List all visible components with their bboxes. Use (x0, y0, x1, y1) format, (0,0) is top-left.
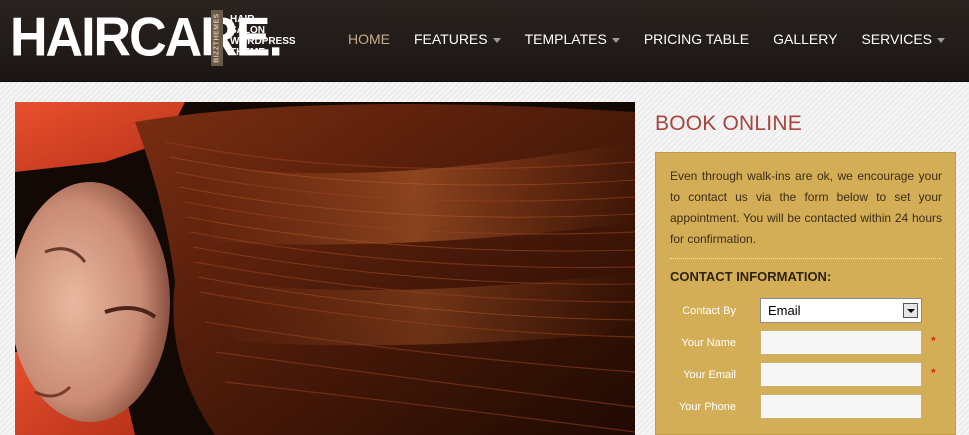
name-row: Your Name * (656, 330, 957, 356)
contact-by-label: Contact By (682, 305, 736, 317)
name-label: Your Name (681, 337, 736, 349)
panel-divider (670, 258, 942, 259)
booking-panel: Even through walk-ins are ok, we encoura… (655, 152, 956, 435)
nav-item-features[interactable]: FEATURES (402, 31, 513, 47)
nav-item-label: PRICING TABLE (643, 31, 750, 47)
nav-item-label: SERVICES (861, 31, 932, 47)
contact-by-select[interactable]: Email (760, 298, 922, 323)
required-marker: * (931, 366, 936, 380)
contact-info-heading: CONTACT INFORMATION: (670, 269, 832, 284)
nav-item-label: HOME (347, 31, 390, 47)
booking-intro-text: Even through walk-ins are ok, we encoura… (670, 169, 942, 246)
phone-input[interactable] (760, 394, 922, 419)
logo-vertical-text: BIZZTHEMES (213, 13, 221, 63)
tagline-line: SALON (230, 25, 265, 36)
nav-item-templates[interactable]: TEMPLATES (513, 31, 632, 47)
nav-item-services[interactable]: SERVICES (849, 31, 957, 47)
nav-item-label: GALLERY (773, 31, 838, 47)
tagline-line: THEME (230, 47, 265, 58)
caret-down-icon (611, 37, 620, 43)
nav-item-label: TEMPLATES (524, 31, 607, 47)
nav-item-label: FEATURES (413, 31, 488, 47)
hero-photo-illustration (15, 102, 635, 435)
tagline-line: WORDPRESS (230, 36, 296, 47)
email-row: Your Email * (656, 362, 957, 388)
tagline-line: HAIR (230, 14, 255, 25)
logo-tagline: HAIR SALON WORDPRESS THEME (230, 14, 310, 58)
site-header: HAIRCARE. BIZZTHEMES HAIR SALON WORDPRES… (0, 0, 969, 82)
caret-down-icon (492, 37, 501, 43)
main-nav: HOME FEATURES TEMPLATES PRICING TABLE GA… (336, 31, 957, 47)
dropdown-arrow-icon[interactable] (903, 303, 918, 318)
hero-image (15, 102, 635, 435)
email-label: Your Email (683, 369, 736, 381)
phone-label: Your Phone (678, 401, 736, 413)
nav-item-gallery[interactable]: GALLERY (761, 31, 849, 47)
email-input[interactable] (760, 362, 922, 387)
nav-item-home[interactable]: HOME (336, 31, 402, 47)
phone-row: Your Phone (656, 394, 957, 420)
caret-down-icon (937, 37, 945, 43)
contact-by-value: Email (768, 303, 801, 318)
contact-by-row: Contact By Email (656, 298, 957, 324)
logo-vertical-badge: BIZZTHEMES (211, 10, 223, 66)
nav-item-pricing-table[interactable]: PRICING TABLE (632, 31, 761, 47)
name-input[interactable] (760, 330, 922, 355)
book-online-title: BOOK ONLINE (655, 112, 802, 135)
required-marker: * (931, 334, 936, 348)
